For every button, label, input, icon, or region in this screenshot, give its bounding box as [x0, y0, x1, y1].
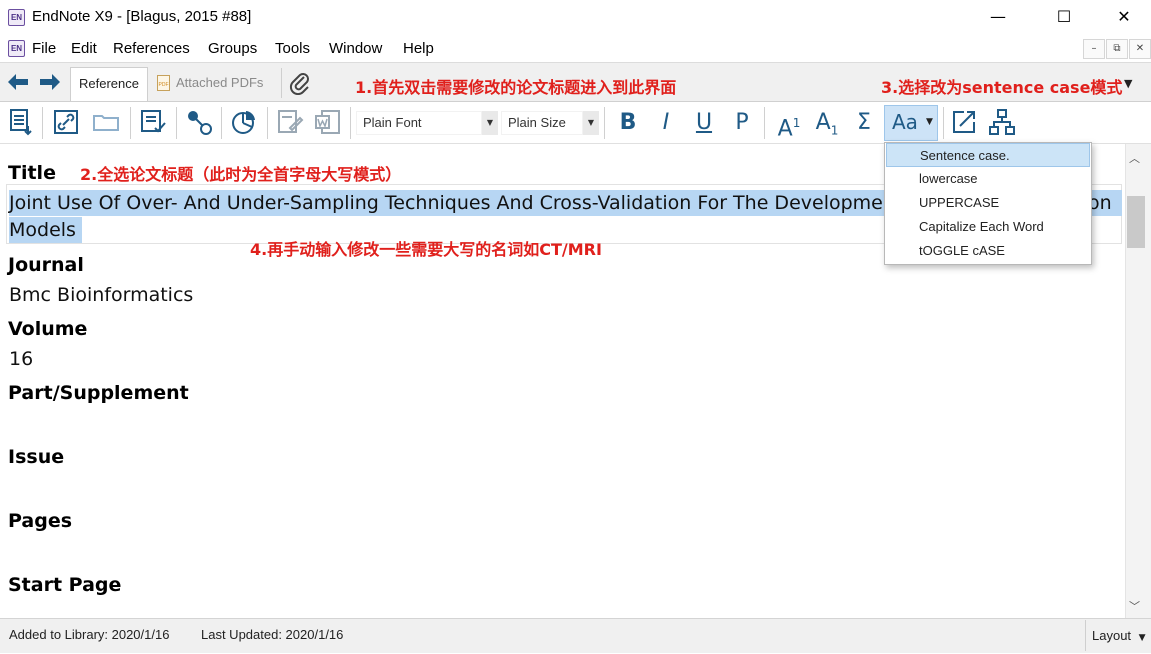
- tab-bar-menu-arrow-icon[interactable]: ▼: [1124, 77, 1132, 90]
- tab-reference[interactable]: Reference: [70, 67, 148, 101]
- menu-file[interactable]: File: [32, 40, 56, 57]
- symbol-button[interactable]: Σ: [850, 108, 878, 138]
- journal-field[interactable]: Bmc Bioinformatics: [9, 284, 193, 306]
- bold-button[interactable]: B: [614, 108, 642, 138]
- subscript-letter: A: [815, 110, 831, 135]
- paperclip-icon[interactable]: [289, 71, 311, 100]
- pdf-icon: PDF: [157, 75, 170, 91]
- field-label-journal: Journal: [8, 254, 84, 276]
- status-bar: [0, 618, 1151, 653]
- maximize-button[interactable]: ☐: [1041, 0, 1087, 34]
- case-option-capitalize-each-word[interactable]: Capitalize Each Word: [886, 215, 1090, 239]
- last-updated: Last Updated: 2020/1/16: [201, 627, 344, 642]
- toolbar-separator: [176, 107, 177, 139]
- hierarchy-icon[interactable]: [988, 108, 1016, 136]
- toolbar-separator: [350, 107, 351, 139]
- added-to-library: Added to Library: 2020/1/16: [9, 627, 170, 642]
- plain-button[interactable]: P: [728, 108, 756, 138]
- annotation-step4: 4.再手动输入修改一些需要大写的名词如CT/MRI: [250, 240, 602, 259]
- field-label-pages: Pages: [8, 510, 73, 532]
- edit-note-icon[interactable]: [276, 108, 304, 136]
- chevron-down-icon: ▼: [1138, 633, 1146, 643]
- close-button[interactable]: ✕: [1101, 0, 1147, 34]
- case-option-lowercase[interactable]: lowercase: [886, 167, 1090, 191]
- scroll-up-icon[interactable]: ︿: [1129, 150, 1140, 166]
- toolbar-separator: [130, 107, 131, 139]
- pdf-icon-text: PDF: [158, 82, 169, 88]
- tab-separator: [281, 68, 282, 98]
- endnote-app-icon: EN: [8, 9, 25, 26]
- annotation-step3: 3.选择改为sentence case模式: [881, 78, 1123, 97]
- pie-chart-icon[interactable]: [230, 108, 258, 136]
- word-document-icon[interactable]: [314, 108, 342, 136]
- case-option-sentence[interactable]: Sentence case.: [886, 143, 1090, 167]
- layout-button[interactable]: Layout ▼: [1085, 620, 1151, 651]
- menu-help[interactable]: Help: [403, 40, 434, 57]
- subscript-button[interactable]: A1: [810, 108, 844, 138]
- title-text-line1[interactable]: Joint Use Of Over- And Under-Sampling Te…: [9, 190, 948, 216]
- title-text-line1-tail[interactable]: on: [1088, 190, 1122, 216]
- size-dropdown[interactable]: Plain Size: [501, 111, 583, 135]
- change-case-label: Aa: [892, 110, 918, 134]
- annotation-step1: 1.首先双击需要修改的论文标题进入到此界面: [355, 78, 677, 97]
- title-text-line2[interactable]: Models: [9, 217, 82, 243]
- superscript-mark: 1: [792, 116, 801, 130]
- toolbar-separator: [943, 107, 944, 139]
- superscript-letter: A: [777, 116, 793, 142]
- field-label-issue: Issue: [8, 446, 65, 468]
- field-label-volume: Volume: [8, 318, 88, 340]
- chevron-down-icon[interactable]: ▼: [482, 111, 498, 135]
- chevron-down-icon[interactable]: ▼: [583, 111, 599, 135]
- mdi-close-button[interactable]: ✕: [1129, 39, 1151, 59]
- underline-button[interactable]: U: [690, 108, 718, 138]
- find-duplicates-icon[interactable]: [185, 108, 213, 136]
- forward-arrow-icon[interactable]: [38, 72, 62, 92]
- tab-attached-pdfs-label: Attached PDFs: [176, 75, 264, 90]
- scroll-down-icon[interactable]: ﹀: [1129, 598, 1140, 614]
- layout-label: Layout: [1092, 628, 1132, 643]
- field-label-part-supplement: Part/Supplement: [8, 382, 189, 404]
- back-arrow-icon[interactable]: [6, 72, 30, 92]
- minimize-button[interactable]: —: [975, 0, 1021, 34]
- toolbar-separator: [42, 107, 43, 139]
- link-icon[interactable]: [52, 108, 80, 136]
- menu-tools[interactable]: Tools: [275, 40, 310, 57]
- toolbar-separator: [221, 107, 222, 139]
- menu-edit[interactable]: Edit: [71, 40, 97, 57]
- menu-groups[interactable]: Groups: [208, 40, 257, 57]
- folder-icon[interactable]: [92, 108, 120, 136]
- mdi-minimize-button[interactable]: –: [1083, 39, 1105, 59]
- menu-references[interactable]: References: [113, 40, 190, 57]
- checklist-icon[interactable]: [139, 108, 167, 136]
- toolbar-separator: [604, 107, 605, 139]
- annotation-step2: 2.全选论文标题（此时为全首字母大写模式）: [80, 165, 402, 184]
- superscript-button[interactable]: A1: [772, 108, 806, 142]
- field-label-start-page: Start Page: [8, 574, 122, 596]
- case-option-uppercase[interactable]: UPPERCASE: [886, 191, 1090, 215]
- chevron-down-icon[interactable]: ▼: [926, 117, 933, 127]
- case-option-toggle-case[interactable]: tOGGLE cASE: [886, 239, 1090, 263]
- window-title: EndNote X9 - [Blagus, 2015 #88]: [32, 8, 252, 25]
- subscript-mark: 1: [830, 123, 839, 138]
- open-in-window-icon[interactable]: [950, 108, 978, 136]
- font-dropdown[interactable]: Plain Font: [356, 111, 482, 135]
- scrollbar-thumb[interactable]: [1127, 196, 1145, 248]
- menu-window[interactable]: Window: [329, 40, 382, 57]
- toolbar-separator: [764, 107, 765, 139]
- toolbar-separator: [267, 107, 268, 139]
- field-label-title: Title: [8, 162, 56, 184]
- insert-reference-icon[interactable]: [7, 108, 35, 136]
- italic-button[interactable]: I: [652, 108, 680, 138]
- document-icon[interactable]: EN: [8, 40, 25, 57]
- mdi-restore-button[interactable]: ⧉: [1106, 39, 1128, 59]
- volume-field[interactable]: 16: [9, 348, 33, 370]
